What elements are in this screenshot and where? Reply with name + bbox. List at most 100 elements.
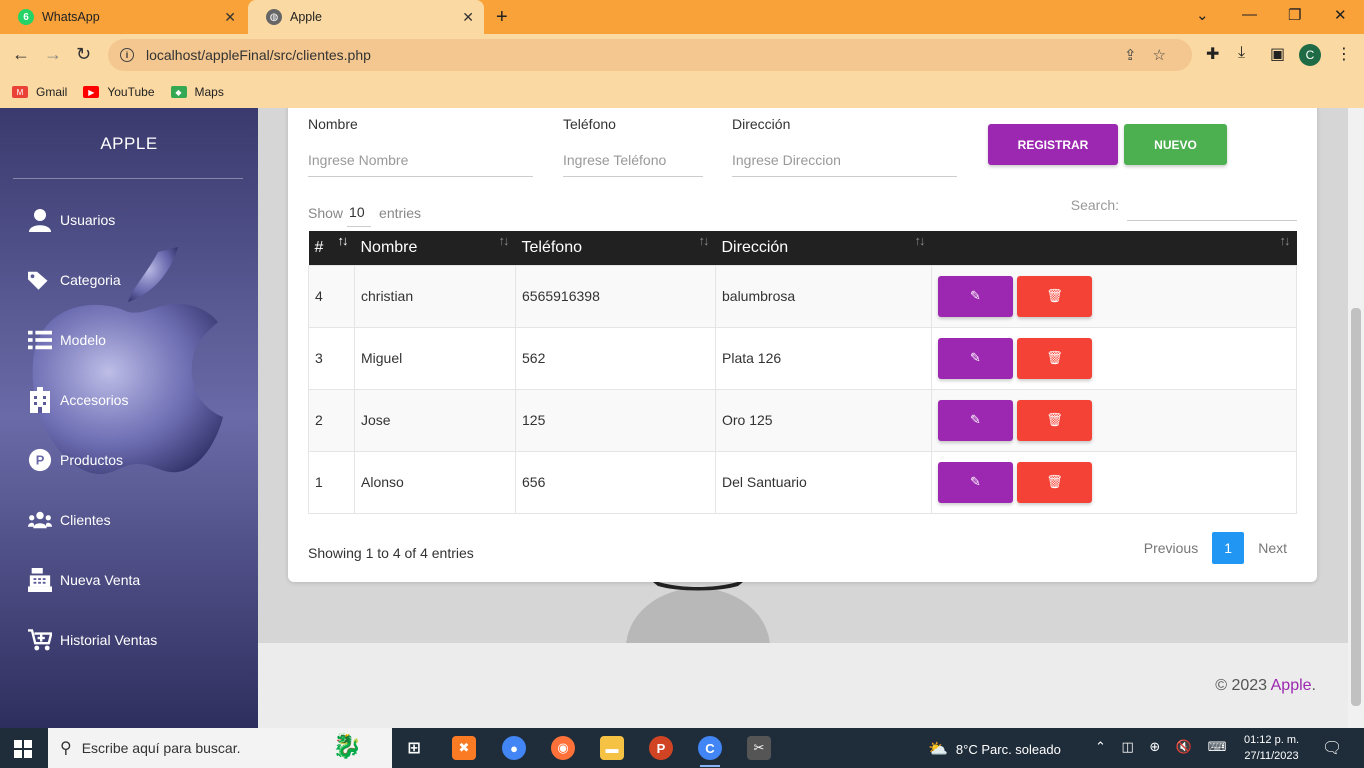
- user-icon: [28, 208, 52, 232]
- site-info-icon[interactable]: i: [120, 48, 134, 62]
- taskbar-clock[interactable]: 01:12 p. m. 27/11/2023: [1244, 732, 1299, 764]
- show-label: Show: [308, 204, 344, 221]
- task-view-icon[interactable]: ⊞: [402, 736, 426, 760]
- extensions-icon[interactable]: ✚: [1206, 44, 1219, 64]
- sidebar-item-usuarios[interactable]: Usuarios: [28, 208, 115, 232]
- restore-button[interactable]: ❐: [1288, 6, 1301, 24]
- entries-select[interactable]: 10: [347, 198, 372, 227]
- col-header-actions[interactable]: ↑↓: [931, 231, 1297, 265]
- bookmark-maps[interactable]: ◆ Maps: [170, 85, 224, 99]
- cell-actions: ✎ 🗑: [931, 326, 1297, 390]
- copyright-text: © 2023: [1215, 677, 1268, 694]
- delete-button[interactable]: 🗑: [1017, 461, 1092, 503]
- windows-start-icon[interactable]: [14, 740, 32, 763]
- side-panel-icon[interactable]: ▣: [1270, 44, 1285, 64]
- header-label: Nombre: [360, 238, 418, 256]
- sidebar-item-clientes[interactable]: Clientes: [28, 508, 111, 532]
- table-row: 1 Alonso 656 Del Santuario ✎ 🗑: [308, 450, 1297, 514]
- sidebar-item-accesorios[interactable]: Accesorios: [28, 387, 128, 413]
- file-explorer-icon[interactable]: ▬: [600, 736, 624, 760]
- copyright-period: .: [1311, 677, 1316, 694]
- weather-icon: ⛅: [928, 741, 948, 758]
- reload-icon[interactable]: ↻: [76, 44, 91, 65]
- bookmark-youtube[interactable]: ▶ YouTube: [83, 85, 155, 99]
- next-button[interactable]: Next: [1248, 540, 1297, 556]
- col-header-telefono[interactable]: Teléfono ↑↓: [515, 231, 716, 265]
- profile-avatar[interactable]: C: [1299, 44, 1321, 66]
- forward-icon[interactable]: →: [44, 44, 62, 65]
- clientes-card: Nombre Teléfono Dirección REGISTRAR NUEV…: [288, 108, 1317, 582]
- trash-icon: 🗑: [1046, 350, 1063, 365]
- delete-button[interactable]: 🗑: [1017, 275, 1092, 317]
- edit-button[interactable]: ✎: [938, 461, 1013, 503]
- tab-label: Apple: [290, 10, 322, 24]
- tab-search-chevron-icon[interactable]: ⌄: [1196, 6, 1209, 24]
- cell-nombre: Jose: [354, 388, 516, 452]
- edit-button[interactable]: ✎: [938, 275, 1013, 317]
- search-input[interactable]: [1127, 189, 1297, 221]
- delete-button[interactable]: 🗑: [1017, 399, 1092, 441]
- back-icon[interactable]: ←: [12, 44, 30, 65]
- nuevo-button[interactable]: NUEVO: [1124, 124, 1227, 165]
- nombre-field: Nombre: [308, 116, 533, 177]
- cell-nombre: christian: [354, 264, 516, 328]
- page-1-button[interactable]: 1: [1212, 532, 1245, 564]
- svg-text:P: P: [36, 453, 45, 468]
- firefox-icon[interactable]: ◉: [551, 736, 575, 760]
- sidebar-item-categoria[interactable]: Categoria: [28, 268, 121, 292]
- page-scrollbar[interactable]: [1348, 108, 1364, 728]
- maps-icon: ◆: [170, 86, 187, 98]
- registrar-button[interactable]: REGISTRAR: [988, 124, 1118, 165]
- edit-button[interactable]: ✎: [938, 337, 1013, 379]
- col-header-direccion[interactable]: Dirección ↑↓: [715, 231, 932, 265]
- taskbar-search[interactable]: ⚲ Escribe aquí para buscar. 🐉: [48, 728, 392, 768]
- sidebar-item-nueva-venta[interactable]: Nueva Venta: [28, 568, 140, 592]
- sort-icon: ↑↓: [698, 233, 710, 248]
- browser-tabbar: 6 WhatsApp ✕ ◍ Apple ✕ + ⌄ — ❐ ✕: [0, 0, 1364, 34]
- sidebar-item-historial-ventas[interactable]: Historial Ventas: [28, 628, 157, 652]
- close-tab-icon[interactable]: ✕: [462, 9, 474, 26]
- edit-button[interactable]: ✎: [938, 399, 1013, 441]
- powerpoint-icon[interactable]: P: [649, 736, 673, 760]
- weather-widget[interactable]: ⛅ 8°C Parc. soleado: [928, 739, 1061, 759]
- xampp-icon[interactable]: ✖: [452, 736, 476, 760]
- share-star-icons[interactable]: ⇪☆: [1124, 46, 1182, 64]
- sidebar-item-label: Modelo: [60, 332, 106, 348]
- system-tray-icons[interactable]: ⌃ ◫ ⊕ 🔇 ⌨: [1095, 739, 1232, 755]
- close-window-button[interactable]: ✕: [1334, 6, 1347, 24]
- chrome-profile-icon[interactable]: C: [698, 736, 722, 767]
- sidebar-item-modelo[interactable]: Modelo: [28, 328, 106, 352]
- delete-button[interactable]: 🗑: [1017, 337, 1092, 379]
- sidebar-brand[interactable]: APPLE: [0, 134, 258, 154]
- nombre-label: Nombre: [308, 116, 358, 132]
- close-tab-icon[interactable]: ✕: [224, 9, 236, 26]
- col-header-id[interactable]: # ↑↓: [308, 231, 355, 265]
- address-bar[interactable]: i localhost/appleFinal/src/clientes.php …: [108, 39, 1192, 71]
- previous-button[interactable]: Previous: [1134, 540, 1208, 556]
- footer-brand-link[interactable]: Apple: [1271, 677, 1312, 694]
- new-tab-button[interactable]: +: [496, 6, 508, 29]
- notification-icon[interactable]: 🗨: [1322, 738, 1342, 758]
- direccion-input[interactable]: [732, 152, 957, 177]
- tab-whatsapp[interactable]: 6 WhatsApp ✕: [0, 0, 246, 34]
- bookmark-gmail[interactable]: M Gmail: [12, 85, 67, 99]
- download-icon[interactable]: ⤓: [1238, 44, 1245, 62]
- cell-id: 2: [308, 388, 355, 452]
- sidebar-item-productos[interactable]: P Productos: [28, 448, 123, 472]
- tab-apple[interactable]: ◍ Apple ✕: [248, 0, 484, 34]
- telefono-input[interactable]: [563, 152, 703, 177]
- list-icon: [28, 328, 52, 352]
- sidebar-item-label: Productos: [60, 452, 124, 468]
- chrome-icon[interactable]: ●: [502, 736, 526, 760]
- col-header-nombre[interactable]: Nombre ↑↓: [354, 231, 516, 265]
- direccion-field: Dirección: [732, 116, 957, 177]
- snipping-tool-icon[interactable]: ✂: [747, 736, 771, 760]
- telefono-label: Teléfono: [563, 116, 616, 132]
- scrollbar-thumb[interactable]: [1351, 308, 1361, 706]
- nombre-input[interactable]: [308, 152, 533, 177]
- menu-icon[interactable]: ⋮: [1336, 44, 1352, 64]
- trash-icon: 🗑: [1046, 474, 1063, 489]
- cell-telefono: 125: [515, 388, 716, 452]
- minimize-button[interactable]: —: [1242, 6, 1257, 23]
- page-footer: © 2023 Apple.: [258, 643, 1348, 728]
